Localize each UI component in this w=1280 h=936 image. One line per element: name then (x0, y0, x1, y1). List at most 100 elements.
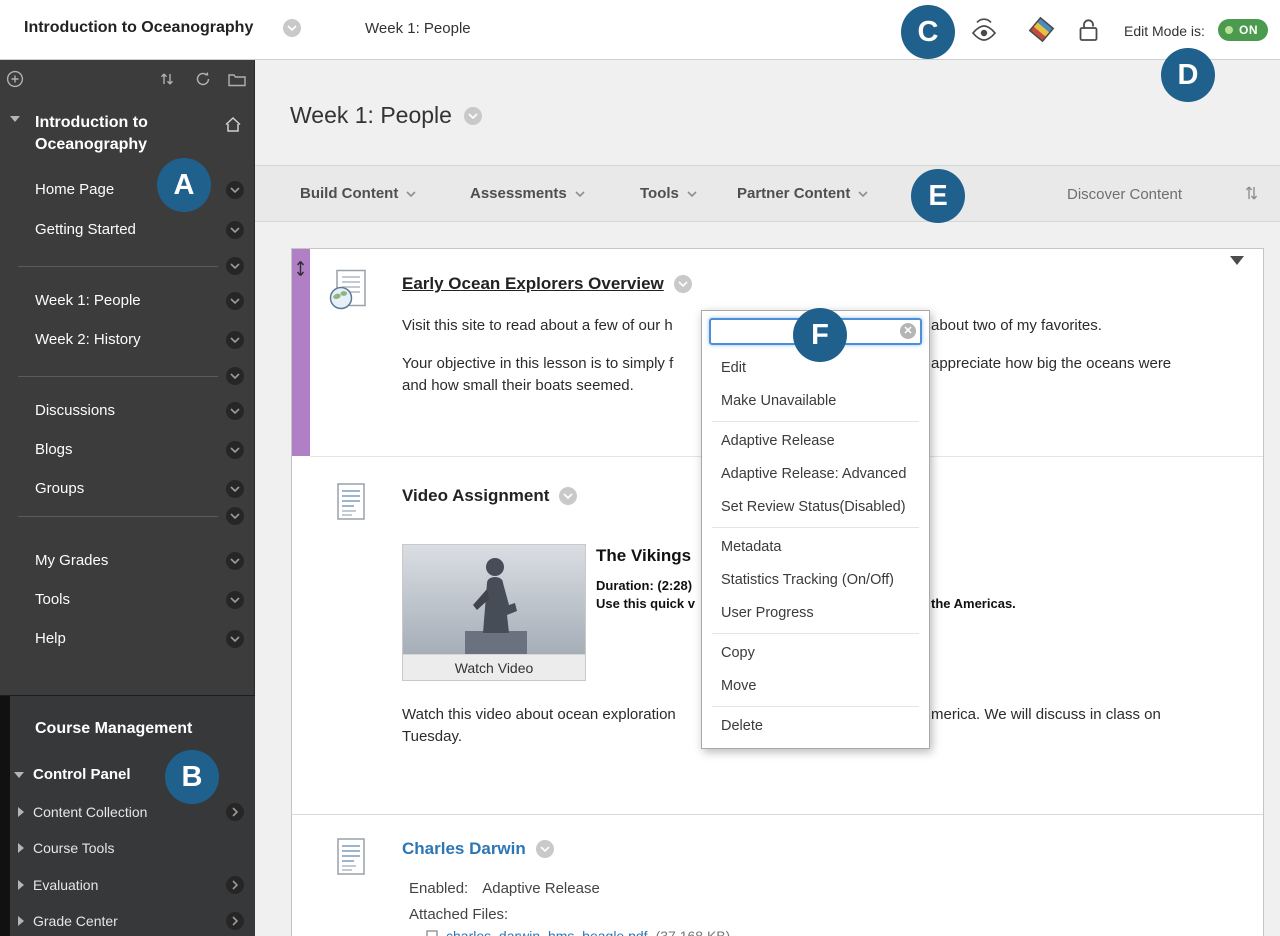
enabled-status-line: Enabled: Adaptive Release (409, 880, 600, 897)
sidebar-item-help[interactable]: Help (0, 628, 255, 650)
sidebar-item-week2[interactable]: Week 2: History (0, 329, 255, 351)
sidebar-item-home-page[interactable]: Home Page (0, 179, 255, 201)
drag-handle-icon[interactable] (295, 260, 306, 282)
item-menu-chevron-icon[interactable] (226, 402, 244, 420)
expand-chevron-icon[interactable] (226, 876, 244, 894)
item-menu-chevron-icon[interactable] (226, 480, 244, 498)
statue-image (403, 545, 585, 654)
cp-item-evaluation[interactable]: Evaluation (18, 875, 248, 895)
divider-menu-chevron-icon[interactable] (226, 367, 244, 385)
edit-mode-value: ON (1239, 23, 1258, 37)
item-menu-chevron-icon[interactable] (226, 181, 244, 199)
menu-item-user-progress[interactable]: User Progress (702, 597, 929, 630)
discover-content-link[interactable]: Discover Content (1067, 186, 1182, 203)
course-title-menu-chevron-icon[interactable] (283, 19, 301, 37)
attached-files-label: Attached Files: (409, 906, 509, 923)
home-icon[interactable] (224, 116, 242, 138)
tools-button[interactable]: Tools (640, 185, 697, 202)
attached-file-link[interactable]: charles_darwin_hms_beagle.pdf (446, 928, 648, 936)
menu-divider (712, 527, 919, 528)
sidebar-item-week1[interactable]: Week 1: People (0, 290, 255, 312)
item-separator (292, 814, 1263, 815)
edit-mode-label: Edit Mode is: (1124, 23, 1205, 39)
menu-item-move[interactable]: Move (702, 670, 929, 703)
sidebar-item-my-grades[interactable]: My Grades (0, 550, 255, 572)
chevron-down-icon (858, 190, 868, 197)
menu-item-adaptive-release[interactable]: Adaptive Release (702, 425, 929, 458)
top-header: Introduction to Oceanography Week 1: Peo… (0, 0, 1280, 60)
item3-menu-chevron-icon[interactable] (535, 840, 554, 858)
sidebar-course-title[interactable]: Introduction to Oceanography (35, 112, 220, 156)
item1-menu-chevron-icon[interactable] (673, 275, 692, 293)
edit-mode-toggle[interactable]: ON (1218, 19, 1268, 41)
callout-f: F (793, 308, 847, 362)
course-theme-palette-icon[interactable] (1028, 16, 1055, 48)
web-link-globe-icon (328, 269, 368, 315)
menu-item-delete[interactable]: Delete (702, 710, 929, 743)
menu-item-metadata[interactable]: Metadata (702, 531, 929, 564)
partner-content-button[interactable]: Partner Content (737, 185, 868, 202)
item2-title-row: Video Assignment (402, 486, 578, 506)
sidebar-item-tools[interactable]: Tools (0, 589, 255, 611)
edit-mode-dot (1225, 26, 1233, 34)
attached-file-size: (37.168 KB) (655, 928, 731, 936)
item-menu-chevron-icon[interactable] (226, 630, 244, 648)
expand-chevron-icon[interactable] (226, 912, 244, 930)
menu-divider (712, 421, 919, 422)
assessments-button[interactable]: Assessments (470, 185, 585, 202)
item-menu-chevron-icon[interactable] (226, 331, 244, 349)
item1-title-link[interactable]: Early Ocean Explorers Overview (402, 274, 664, 294)
student-preview-icon[interactable] (969, 18, 999, 48)
expand-chevron-icon[interactable] (226, 803, 244, 821)
chevron-down-icon (687, 190, 697, 197)
menu-item-copy[interactable]: Copy (702, 637, 929, 670)
cp-item-grade-center[interactable]: Grade Center (18, 911, 248, 931)
menu-view-folder-icon[interactable] (228, 72, 246, 92)
sidebar-item-groups[interactable]: Groups (0, 478, 255, 500)
add-menu-item-icon[interactable] (6, 70, 24, 93)
item-menu-chevron-icon[interactable] (226, 221, 244, 239)
menu-item-make-unavailable[interactable]: Make Unavailable (702, 385, 929, 418)
content-item-document-icon (332, 837, 370, 882)
menu-item-statistics-tracking[interactable]: Statistics Tracking (On/Off) (702, 564, 929, 597)
reorder-menu-icon[interactable] (158, 70, 176, 93)
chevron-down-icon (406, 190, 416, 197)
cp-item-course-tools[interactable]: Course Tools (18, 838, 248, 858)
menu-divider (712, 633, 919, 634)
callout-d: D (1161, 48, 1215, 102)
sidebar-item-discussions[interactable]: Discussions (0, 400, 255, 422)
course-management-panel: Course Management Control Panel Content … (0, 695, 255, 936)
callout-c: C (901, 5, 955, 59)
clear-search-icon[interactable]: ✕ (900, 323, 916, 339)
content-action-bar: Build Content Assessments Tools Partner … (255, 165, 1280, 222)
watch-video-button[interactable]: Watch Video (403, 654, 585, 680)
page-title-menu-chevron-icon[interactable] (463, 106, 482, 125)
sidebar-item-blogs[interactable]: Blogs (0, 439, 255, 461)
item2-title[interactable]: Video Assignment (402, 486, 549, 506)
refresh-menu-icon[interactable] (194, 70, 212, 93)
collapse-item-caret-icon[interactable] (1230, 256, 1244, 283)
callout-a: A (157, 158, 211, 212)
page-title-row: Week 1: People (290, 102, 482, 129)
control-panel-toggle[interactable]: Control Panel (14, 766, 131, 783)
divider-menu-chevron-icon[interactable] (226, 507, 244, 525)
build-content-button[interactable]: Build Content (300, 185, 416, 202)
item-menu-chevron-icon[interactable] (226, 552, 244, 570)
sidebar-item-getting-started[interactable]: Getting Started (0, 219, 255, 241)
menu-item-adaptive-release-advanced[interactable]: Adaptive Release: Advanced (702, 458, 929, 491)
item-menu-chevron-icon[interactable] (226, 441, 244, 459)
file-checkbox-icon[interactable] (426, 930, 438, 936)
divider-menu-chevron-icon[interactable] (226, 257, 244, 275)
sort-order-icon[interactable] (1244, 184, 1258, 207)
cp-item-content-collection[interactable]: Content Collection (18, 802, 248, 822)
lock-open-icon[interactable] (1077, 17, 1100, 48)
video-thumbnail[interactable]: Watch Video (402, 544, 586, 681)
item-menu-chevron-icon[interactable] (226, 292, 244, 310)
item3-title-link[interactable]: Charles Darwin (402, 839, 526, 859)
menu-item-set-review-status[interactable]: Set Review Status(Disabled) (702, 491, 929, 524)
item-menu-chevron-icon[interactable] (226, 591, 244, 609)
blackboard-course-page: Introduction to Oceanography Week 1: Peo… (0, 0, 1280, 936)
item2-menu-chevron-icon[interactable] (559, 487, 578, 505)
course-menu-collapse-caret-icon[interactable] (10, 116, 20, 140)
chevron-down-icon (575, 190, 585, 197)
